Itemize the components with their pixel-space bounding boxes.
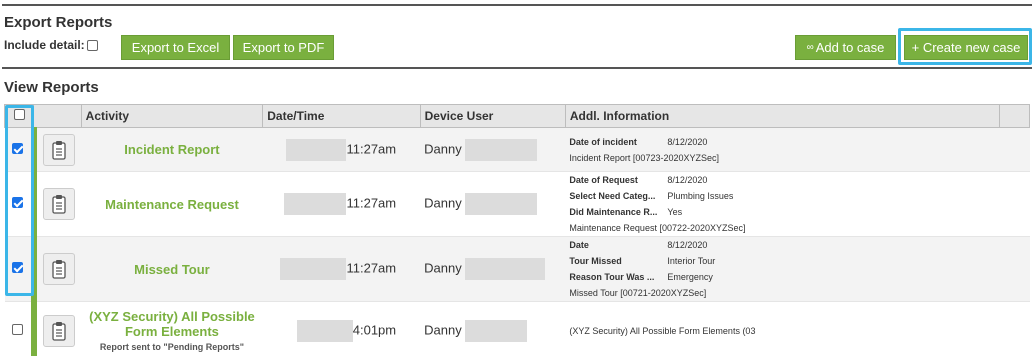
redacted-user bbox=[465, 193, 538, 215]
column-device-user[interactable]: Device User bbox=[419, 104, 566, 128]
user-text: Danny bbox=[424, 195, 462, 211]
addl-info-cell: Date of Request 8/12/2020 Select Need Cat… bbox=[565, 171, 1000, 237]
activity-link[interactable]: Incident Report bbox=[81, 127, 263, 172]
addl-info-cell: Date 8/12/2020 Tour Missed Interior Tour R… bbox=[565, 236, 1000, 302]
report-icon-cell[interactable] bbox=[33, 171, 82, 237]
column-datetime[interactable]: Date/Time bbox=[262, 104, 421, 128]
user-text: Danny bbox=[424, 140, 462, 156]
icon-header bbox=[33, 104, 82, 128]
datetime-cell: 4:01pm bbox=[262, 301, 421, 356]
user-text: Danny bbox=[424, 321, 462, 337]
extra-cell bbox=[999, 171, 1030, 237]
export-pdf-button[interactable]: Export to PDF bbox=[233, 35, 334, 60]
info-line: Maintenance Request [00722-2020XYZSec] bbox=[569, 223, 746, 233]
device-user-cell: Danny bbox=[420, 127, 566, 172]
info-line: Tour Missed Interior Tour bbox=[569, 256, 716, 266]
extra-cell bbox=[999, 301, 1030, 356]
info-line: Incident Report [00723-2020XYZSec] bbox=[569, 152, 719, 163]
include-detail-checkbox[interactable] bbox=[86, 39, 98, 51]
add-to-case-label: Add to case bbox=[815, 40, 885, 55]
report-icon-cell[interactable] bbox=[33, 236, 82, 302]
clipboard-icon[interactable] bbox=[42, 314, 75, 347]
info-line: Date of incident 8/12/2020 bbox=[569, 136, 708, 147]
redacted-user bbox=[465, 258, 546, 280]
time-text: 11:27am bbox=[346, 195, 397, 211]
redacted-date bbox=[284, 193, 347, 215]
extra-cell bbox=[999, 236, 1030, 302]
addl-info-cell: (XYZ Security) All Possible Form Element… bbox=[565, 301, 1000, 356]
clipboard-icon[interactable] bbox=[42, 188, 75, 220]
user-text: Danny bbox=[424, 260, 462, 276]
column-extra bbox=[998, 104, 1031, 128]
device-user-cell: Danny bbox=[420, 301, 566, 356]
report-icon-cell[interactable] bbox=[33, 301, 82, 356]
link-icon: ∞ bbox=[806, 42, 814, 53]
activity-status-note: Report sent to "Pending Reports" bbox=[99, 342, 244, 352]
reports-table: Activity Date/Time Device User Addl. Inf… bbox=[3, 104, 1031, 356]
table-row[interactable]: Maintenance Request 11:27am Danny Date o… bbox=[4, 171, 1030, 237]
device-user-cell: Danny bbox=[420, 236, 566, 302]
table-row[interactable]: Missed Tour 11:27am Danny Date 8/12/2020 … bbox=[4, 236, 1030, 302]
column-activity[interactable]: Activity bbox=[80, 104, 264, 128]
column-addl-info[interactable]: Addl. Information bbox=[564, 104, 1000, 128]
info-line: Select Need Categ... Plumbing Issues bbox=[569, 191, 734, 201]
clipboard-icon[interactable] bbox=[42, 253, 75, 285]
redacted-user bbox=[465, 138, 538, 161]
clipboard-icon[interactable] bbox=[42, 133, 75, 166]
info-line: Reason Tour Was ... Emergency bbox=[569, 272, 713, 282]
activity-link[interactable]: Missed Tour bbox=[81, 236, 263, 302]
datetime-cell: 11:27am bbox=[262, 236, 421, 302]
activity-link[interactable]: Maintenance Request bbox=[81, 171, 263, 237]
info-line: Date of Request 8/12/2020 bbox=[569, 175, 708, 185]
include-detail: Include detail: bbox=[4, 38, 98, 52]
info-line: Missed Tour [00721-2020XYZSec] bbox=[569, 288, 707, 298]
redacted-date bbox=[286, 138, 347, 161]
row-checkbox[interactable] bbox=[12, 323, 24, 335]
redacted-date bbox=[280, 258, 347, 280]
report-icon-cell[interactable] bbox=[33, 127, 82, 172]
add-to-case-button[interactable]: ∞ Add to case bbox=[795, 35, 896, 60]
datetime-cell: 11:27am bbox=[262, 171, 421, 237]
info-line: (XYZ Security) All Possible Form Element… bbox=[569, 325, 756, 336]
middle-divider bbox=[2, 67, 1032, 69]
table-row[interactable]: (XYZ Security) All Possible Form Element… bbox=[4, 301, 1030, 356]
activity-link[interactable]: (XYZ Security) All Possible Form Element… bbox=[81, 301, 263, 356]
table-row[interactable]: Incident Report 11:27am Danny Date of in… bbox=[4, 127, 1030, 172]
view-reports-title: View Reports bbox=[4, 79, 99, 96]
include-detail-label: Include detail: bbox=[4, 38, 85, 52]
addl-info-cell: Date of incident 8/12/2020 Incident Repor… bbox=[565, 127, 1000, 172]
export-reports-title: Export Reports bbox=[4, 14, 113, 31]
time-text: 4:01pm bbox=[352, 321, 397, 337]
top-divider bbox=[2, 4, 1032, 6]
time-text: 11:27am bbox=[346, 260, 397, 276]
create-case-highlight bbox=[898, 28, 1032, 65]
extra-cell bbox=[999, 127, 1030, 172]
row-select-cell[interactable] bbox=[4, 301, 37, 356]
time-text: 11:27am bbox=[346, 140, 397, 156]
activity-title[interactable]: (XYZ Security) All Possible Form Element… bbox=[89, 309, 255, 339]
table-header: Activity Date/Time Device User Addl. Inf… bbox=[3, 104, 1031, 128]
checkbox-column-highlight bbox=[5, 105, 34, 296]
device-user-cell: Danny bbox=[420, 171, 566, 237]
export-excel-button[interactable]: Export to Excel bbox=[121, 35, 230, 60]
info-line: Did Maintenance R... Yes bbox=[569, 207, 683, 217]
datetime-cell: 11:27am bbox=[262, 127, 421, 172]
redacted-user bbox=[465, 319, 528, 342]
redacted-date bbox=[296, 319, 353, 342]
info-line: Date 8/12/2020 bbox=[569, 240, 708, 250]
